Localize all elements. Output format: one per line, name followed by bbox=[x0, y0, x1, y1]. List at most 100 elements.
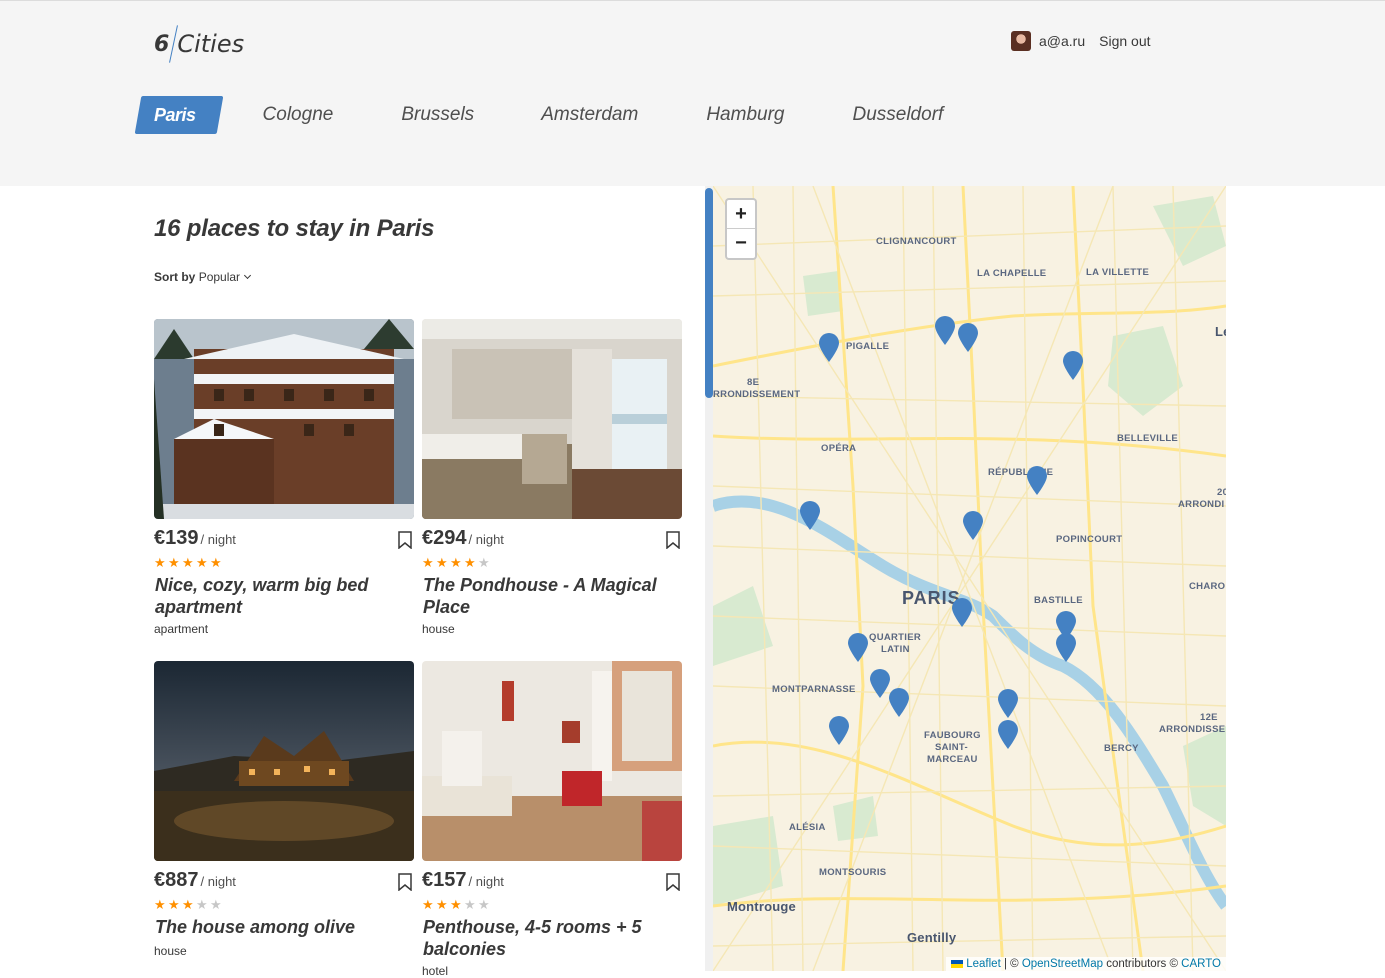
map-pin-icon[interactable] bbox=[1026, 466, 1048, 496]
star-icon: ★ bbox=[182, 897, 194, 912]
tab-brussels[interactable]: Brussels bbox=[401, 104, 474, 126]
map-pin-icon[interactable] bbox=[934, 316, 956, 346]
logo-number: 6 bbox=[154, 31, 170, 57]
map-label: 8E bbox=[747, 377, 760, 388]
map-pin-icon[interactable] bbox=[888, 688, 910, 718]
star-icon: ★ bbox=[182, 555, 194, 570]
map-pin-icon[interactable] bbox=[1055, 633, 1077, 663]
star-icon: ★ bbox=[436, 555, 448, 570]
place-title[interactable]: Penthouse, 4-5 rooms + 5 balconies bbox=[423, 916, 678, 960]
map[interactable]: + − CLIGNANCOURT LA CHAPELLE LA VILLETTE… bbox=[713, 186, 1226, 971]
place-type: hotel bbox=[422, 964, 449, 978]
bookmark-icon[interactable] bbox=[666, 531, 680, 549]
map-pin-icon[interactable] bbox=[847, 633, 869, 663]
place-card[interactable]: €887/ night ★ ★ ★ ★ ★ The house among olive … bbox=[154, 661, 414, 958]
place-title[interactable]: The house among olive bbox=[155, 916, 410, 938]
sign-out-link[interactable]: Sign out bbox=[1099, 33, 1150, 49]
map-label: MONTSOURIS bbox=[819, 867, 887, 878]
sort-dropdown[interactable]: Sort by Popular bbox=[154, 270, 252, 284]
map-label: BASTILLE bbox=[1034, 595, 1083, 606]
map-label: LA VILLETTE bbox=[1086, 267, 1150, 278]
rating-stars: ★ ★ ★ ★ ★ bbox=[154, 897, 222, 912]
map-pin-icon[interactable] bbox=[997, 720, 1019, 750]
logo[interactable]: 6 Cities bbox=[154, 25, 244, 63]
map-label: MONTPARNASSE bbox=[772, 684, 856, 695]
map-pin-icon[interactable] bbox=[997, 689, 1019, 719]
price-value: €157 bbox=[422, 869, 467, 891]
star-icon: ★ bbox=[422, 555, 434, 570]
scrollbar-thumb[interactable] bbox=[705, 188, 713, 398]
place-image[interactable] bbox=[154, 661, 414, 861]
place-image[interactable] bbox=[154, 319, 414, 519]
star-icon: ★ bbox=[168, 897, 180, 912]
map-label: QUARTIER bbox=[869, 632, 922, 643]
star-icon: ★ bbox=[478, 555, 490, 570]
map-pin-icon[interactable] bbox=[799, 501, 821, 531]
star-icon: ★ bbox=[210, 555, 222, 570]
tab-paris[interactable]: Paris bbox=[134, 96, 223, 134]
map-label: ALÉSIA bbox=[789, 822, 826, 833]
user-nav: a@a.ru Sign out bbox=[1011, 31, 1151, 51]
price-row: €139/ night bbox=[154, 527, 414, 551]
price-row: €157/ night bbox=[422, 869, 682, 893]
star-icon: ★ bbox=[154, 555, 166, 570]
map-pin-icon[interactable] bbox=[1062, 351, 1084, 381]
sort-value: Popular bbox=[198, 270, 241, 284]
place-title[interactable]: Nice, cozy, warm big bed apartment bbox=[155, 574, 410, 618]
zoom-control: + − bbox=[725, 198, 757, 260]
map-label: ARRONDISSE bbox=[1159, 724, 1226, 735]
map-pin-icon[interactable] bbox=[957, 323, 979, 353]
osm-link[interactable]: OpenStreetMap bbox=[1022, 958, 1103, 970]
ukraine-flag-icon bbox=[951, 959, 964, 968]
map-label: POPINCOURT bbox=[1056, 534, 1123, 545]
chevron-down-icon bbox=[244, 271, 252, 280]
list-scrollbar[interactable] bbox=[705, 186, 713, 971]
map-label: LA CHAPELLE bbox=[977, 268, 1047, 279]
map-attribution: Leaflet | © OpenStreetMap contributors ©… bbox=[946, 957, 1226, 971]
bookmark-icon[interactable] bbox=[398, 873, 412, 891]
price-value: €887 bbox=[154, 869, 199, 891]
star-icon: ★ bbox=[436, 897, 448, 912]
place-card[interactable]: €294/ night ★ ★ ★ ★ ★ The Pondhouse - A Magi… bbox=[422, 319, 682, 636]
tab-cologne[interactable]: Cologne bbox=[263, 104, 334, 126]
tab-hamburg[interactable]: Hamburg bbox=[706, 104, 784, 126]
attribution-contributors: contributors © bbox=[1103, 958, 1182, 970]
place-image[interactable] bbox=[422, 319, 682, 519]
rating-stars: ★ ★ ★ ★ ★ bbox=[422, 555, 490, 570]
zoom-in-button[interactable]: + bbox=[727, 200, 755, 229]
map-label: FAUBOURG bbox=[924, 730, 981, 741]
star-icon: ★ bbox=[450, 897, 462, 912]
place-card[interactable]: €139/ night ★ ★ ★ ★ ★ Nice, cozy, warm big b… bbox=[154, 319, 414, 636]
zoom-out-button[interactable]: − bbox=[727, 229, 755, 258]
map-label: BERCY bbox=[1104, 743, 1139, 754]
bookmark-icon[interactable] bbox=[398, 531, 412, 549]
map-label: PIGALLE bbox=[846, 341, 890, 352]
place-card[interactable]: €157/ night ★ ★ ★ ★ ★ Penthouse, 4-5 rooms +… bbox=[422, 661, 682, 978]
map-label: CLIGNANCOURT bbox=[876, 236, 957, 247]
map-pin-icon[interactable] bbox=[962, 511, 984, 541]
price-period: / night bbox=[200, 532, 236, 547]
tab-amsterdam[interactable]: Amsterdam bbox=[541, 104, 638, 126]
places-title: 16 places to stay in Paris bbox=[154, 215, 435, 242]
price-row: €887/ night bbox=[154, 869, 414, 893]
bookmark-icon[interactable] bbox=[666, 873, 680, 891]
avatar[interactable] bbox=[1011, 31, 1031, 51]
map-pin-icon[interactable] bbox=[951, 598, 973, 628]
map-label: CHARO bbox=[1189, 581, 1226, 592]
place-title[interactable]: The Pondhouse - A Magical Place bbox=[423, 574, 678, 618]
star-icon: ★ bbox=[464, 897, 476, 912]
price-value: €294 bbox=[422, 527, 467, 549]
place-image[interactable] bbox=[422, 661, 682, 861]
star-icon: ★ bbox=[168, 555, 180, 570]
map-pin-icon[interactable] bbox=[818, 333, 840, 363]
leaflet-link[interactable]: Leaflet bbox=[966, 958, 1001, 970]
user-email[interactable]: a@a.ru bbox=[1039, 33, 1085, 49]
price-row: €294/ night bbox=[422, 527, 682, 551]
map-pin-icon[interactable] bbox=[828, 716, 850, 746]
tab-dusseldorf[interactable]: Dusseldorf bbox=[852, 104, 943, 126]
rating-stars: ★ ★ ★ ★ ★ bbox=[422, 897, 490, 912]
price-period: / night bbox=[468, 532, 504, 547]
carto-link[interactable]: CARTO bbox=[1181, 958, 1221, 970]
map-label: ARRONDI bbox=[1178, 499, 1225, 510]
star-icon: ★ bbox=[196, 897, 208, 912]
